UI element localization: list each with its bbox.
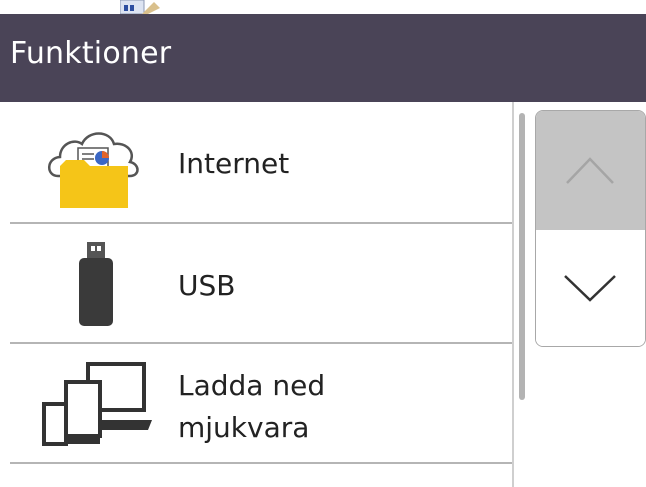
chevron-down-icon — [564, 275, 616, 302]
list-item-internet[interactable]: Internet — [0, 102, 512, 220]
list-item-download-software[interactable]: Ladda ned mjukvara — [0, 344, 512, 462]
scroll-panel — [512, 102, 646, 487]
header-bar: Funktioner — [0, 14, 646, 102]
cloud-folder-icon — [48, 132, 139, 208]
list-divider — [10, 462, 512, 464]
menu-label-download-line1: Ladda ned — [178, 369, 326, 402]
scroll-separator — [512, 102, 514, 487]
menu-label-internet: Internet — [178, 147, 290, 180]
scroll-down-button[interactable] — [536, 230, 645, 346]
scroll-up-button[interactable] — [536, 111, 645, 230]
list-item-usb[interactable]: USB — [0, 224, 512, 342]
scroll-buttons — [535, 110, 646, 347]
scrollbar-thumb[interactable] — [519, 113, 525, 400]
menu-label-usb: USB — [178, 269, 236, 302]
devices-icon — [42, 362, 152, 446]
function-list: Internet USB Ladda ned mjukvara — [0, 102, 512, 487]
status-indicator-icon — [120, 0, 160, 14]
menu-label-download-line2: mjukvara — [178, 411, 310, 444]
page-title: Funktioner — [10, 36, 172, 71]
chevron-up-icon — [566, 157, 614, 184]
usb-drive-icon — [79, 242, 113, 326]
status-bar — [0, 0, 646, 14]
